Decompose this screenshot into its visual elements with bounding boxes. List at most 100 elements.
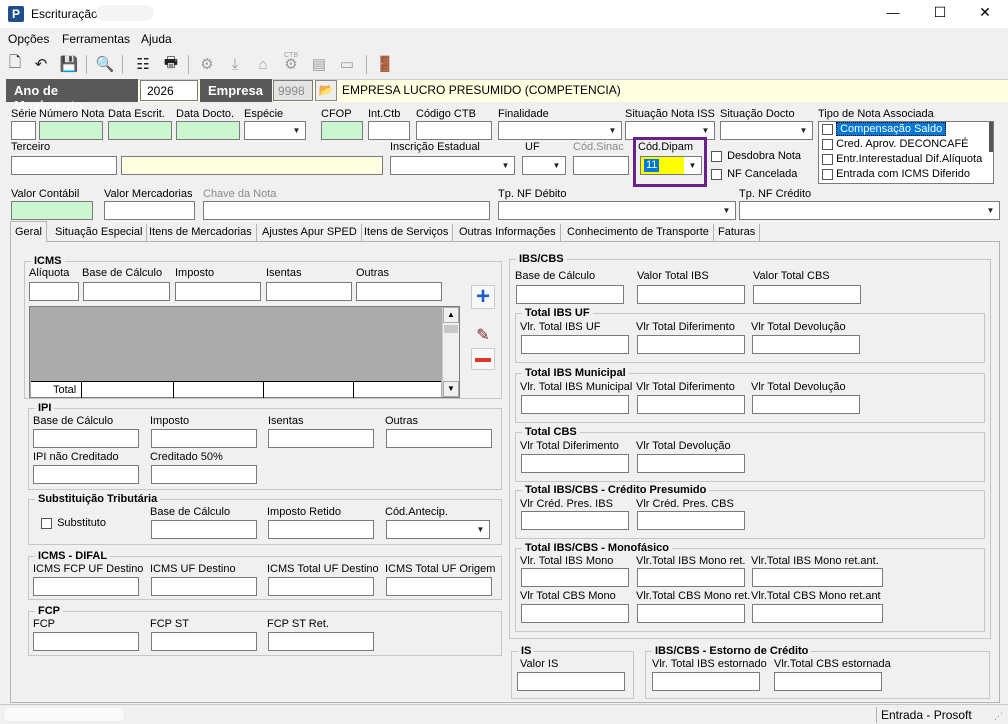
st-antecip-select[interactable]: ▼ xyxy=(386,520,490,539)
ibs-mun-dif-field[interactable] xyxy=(637,395,745,414)
cod-dipam-select[interactable]: 11 ▼ xyxy=(640,156,702,175)
scroll-thumb[interactable] xyxy=(444,325,458,333)
tab-itens-servicos[interactable]: Itens de Serviços xyxy=(360,224,454,242)
cfop-field[interactable] xyxy=(321,121,363,140)
scroll-up-icon[interactable]: ▲ xyxy=(443,307,459,323)
tipo-nota-item[interactable]: Entrada com ICMS Diferido xyxy=(819,167,993,182)
presumido-ibs-field[interactable] xyxy=(521,511,629,530)
st-base-field[interactable] xyxy=(151,520,257,539)
minimize-button[interactable]: — xyxy=(878,5,908,20)
menu-ferramentas[interactable]: Ferramentas xyxy=(62,32,130,46)
tab-faturas[interactable]: Faturas xyxy=(714,224,761,242)
close-button[interactable]: ✕ xyxy=(970,4,1000,21)
valor-merc-field[interactable] xyxy=(104,201,195,220)
folder-open-icon[interactable]: 📂 xyxy=(315,80,337,101)
tipo-nota-item[interactable]: Entr.Interestadual Dif.Alíquota xyxy=(819,152,993,167)
new-doc-icon[interactable]: 🗋 xyxy=(4,53,26,75)
icms-grid-scrollbar[interactable]: ▲ ▼ xyxy=(442,307,459,397)
tp-credito-select[interactable]: ▼ xyxy=(739,201,1000,220)
insc-est-select[interactable]: ▼ xyxy=(390,156,515,175)
ibscbs-base-field[interactable] xyxy=(516,285,624,304)
checkbox[interactable] xyxy=(822,123,833,135)
tab-conhecimento-transporte[interactable]: Conhecimento de Transporte xyxy=(563,224,714,242)
especie-select[interactable]: ▼ xyxy=(244,121,306,140)
save-icon[interactable]: 💾 xyxy=(58,53,80,75)
icms-isentas-field[interactable] xyxy=(266,282,352,301)
gear-icon[interactable]: ⚙ xyxy=(196,53,218,75)
terceiro-name-field[interactable] xyxy=(121,156,383,175)
codigo-ctb-field[interactable] xyxy=(416,121,492,140)
finalidade-select[interactable]: ▼ xyxy=(498,121,622,140)
is-valor-field[interactable] xyxy=(517,672,625,691)
resize-grip-icon[interactable]: ⋰ xyxy=(994,711,1004,721)
scroll-down-icon[interactable]: ▼ xyxy=(443,381,459,397)
mono-c-field[interactable] xyxy=(752,568,883,587)
numero-field[interactable] xyxy=(39,121,103,140)
difal-uf-dest-field[interactable] xyxy=(151,577,257,596)
ibs-uf-dev-field[interactable] xyxy=(752,335,860,354)
ibscbs-vt-ibs-field[interactable] xyxy=(637,285,745,304)
mono-b-field[interactable] xyxy=(637,568,745,587)
tree-icon[interactable]: ☷ xyxy=(132,53,154,75)
tab-geral[interactable]: Geral xyxy=(10,221,47,242)
serie-field[interactable] xyxy=(11,121,36,140)
difal-fcp-dest-field[interactable] xyxy=(33,577,139,596)
list-scrollbar[interactable] xyxy=(989,122,993,152)
checkbox[interactable] xyxy=(822,168,833,180)
checkbox[interactable] xyxy=(711,168,722,180)
tab-ajustes-sped[interactable]: Ajustes Apur SPED xyxy=(258,224,362,242)
presumido-cbs-field[interactable] xyxy=(637,511,745,530)
preview-icon[interactable]: 🔍 xyxy=(94,53,116,75)
fcp-field[interactable] xyxy=(33,632,139,651)
remove-icon[interactable] xyxy=(471,348,495,370)
ibs-mun-vlr-field[interactable] xyxy=(521,395,629,414)
empresa-code-field[interactable]: 9998 xyxy=(273,80,313,101)
valor-contabil-field[interactable] xyxy=(11,201,93,220)
ibscbs-vt-cbs-field[interactable] xyxy=(753,285,861,304)
ibs-uf-vlr-field[interactable] xyxy=(521,335,629,354)
cod-sinac-field[interactable] xyxy=(573,156,629,175)
maximize-button[interactable]: ☐ xyxy=(925,4,955,21)
mono-f-field[interactable] xyxy=(752,604,883,623)
print-icon[interactable]: 🖶 xyxy=(160,53,182,75)
tab-situacao-especial[interactable]: Situação Especial xyxy=(51,224,148,242)
data-docto-field[interactable] xyxy=(176,121,240,140)
book-icon[interactable]: ▤ xyxy=(308,53,330,75)
icms-base-field[interactable] xyxy=(83,282,170,301)
ipi-isentas-field[interactable] xyxy=(268,429,374,448)
ibs-mun-dev-field[interactable] xyxy=(752,395,860,414)
tipo-nota-item[interactable]: Cred. Aprov. DECONCAFÉ xyxy=(819,137,993,152)
chave-field[interactable] xyxy=(203,201,490,220)
checkbox[interactable] xyxy=(711,150,722,162)
menu-ajuda[interactable]: Ajuda xyxy=(141,32,172,46)
tipo-nota-item[interactable]: Compensação Saldo xyxy=(819,122,993,137)
ibs-uf-dif-field[interactable] xyxy=(637,335,745,354)
desdobra-checkbox[interactable]: Desdobra Nota xyxy=(711,150,801,162)
st-retido-field[interactable] xyxy=(268,520,374,539)
edit-icon[interactable]: ✎ xyxy=(471,325,495,345)
substituto-checkbox[interactable]: Substituto xyxy=(41,517,106,529)
mono-a-field[interactable] xyxy=(521,568,629,587)
menu-opcoes[interactable]: Opções xyxy=(8,32,49,46)
difal-total-orig-field[interactable] xyxy=(386,577,492,596)
undo-icon[interactable]: ↶ xyxy=(30,53,52,75)
ipi-imposto-field[interactable] xyxy=(151,429,257,448)
download-icon[interactable]: ⤓ xyxy=(224,53,246,75)
int-ctb-field[interactable] xyxy=(368,121,410,140)
checkbox[interactable] xyxy=(822,138,833,150)
tipo-nota-list[interactable]: Compensação Saldo Cred. Aprov. DECONCAFÉ… xyxy=(818,121,994,184)
ctb-icon[interactable]: CTB ⚙ xyxy=(280,52,302,75)
uf-select[interactable]: ▼ xyxy=(522,156,566,175)
ano-field[interactable]: 2026 xyxy=(140,80,198,101)
estorno-ibs-field[interactable] xyxy=(652,672,760,691)
mono-d-field[interactable] xyxy=(521,604,629,623)
sit-docto-select[interactable]: ▼ xyxy=(720,121,813,140)
tab-outras-informacoes[interactable]: Outras Informações xyxy=(455,224,561,242)
icms-imposto-field[interactable] xyxy=(175,282,261,301)
exit-icon[interactable]: 🚪 xyxy=(374,53,396,75)
cbs-dif-field[interactable] xyxy=(521,454,629,473)
icms-outras-field[interactable] xyxy=(356,282,442,301)
checkbox[interactable] xyxy=(822,153,833,165)
checkbox[interactable] xyxy=(41,517,52,529)
ipi-outras-field[interactable] xyxy=(386,429,492,448)
